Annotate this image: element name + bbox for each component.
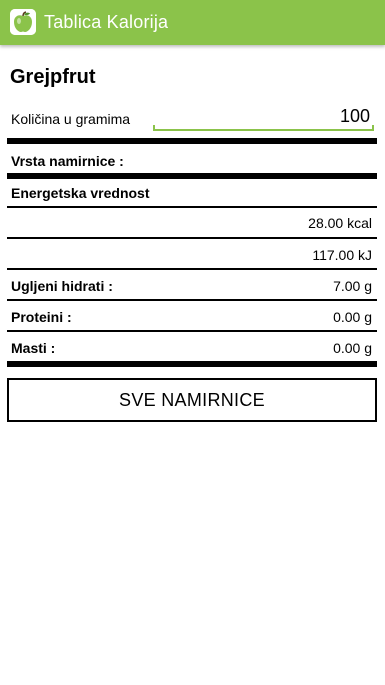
fat-label: Masti : (11, 340, 56, 356)
quantity-label: Količina u gramima (11, 111, 131, 127)
carbs-label: Ugljeni hidrati : (11, 278, 113, 294)
divider-thin (7, 237, 377, 239)
divider-thin (7, 299, 377, 301)
food-type-label: Vrsta namirnice : (11, 153, 124, 169)
energy-label: Energetska vrednost (11, 185, 150, 201)
carbs-value: 7.00 g (333, 278, 372, 294)
divider-thick (7, 138, 377, 144)
divider-thin (7, 268, 377, 270)
protein-value: 0.00 g (333, 309, 372, 325)
apple-icon (10, 9, 36, 35)
divider-thin (7, 206, 377, 208)
divider-thin (7, 330, 377, 332)
fat-value: 0.00 g (333, 340, 372, 356)
quantity-input[interactable] (153, 103, 374, 129)
all-foods-button[interactable]: SVE NAMIRNICE (7, 378, 377, 422)
quantity-input-underline (153, 125, 374, 131)
food-name-heading: Grejpfrut (10, 66, 96, 88)
divider-thick (7, 173, 377, 179)
app-bar: Tablica Kalorija (0, 0, 385, 45)
energy-kcal-value: 28.00 kcal (308, 215, 372, 231)
divider-thick (7, 361, 377, 367)
energy-kj-value: 117.00 kJ (312, 247, 372, 263)
protein-label: Proteini : (11, 309, 72, 325)
app-title: Tablica Kalorija (44, 12, 169, 32)
